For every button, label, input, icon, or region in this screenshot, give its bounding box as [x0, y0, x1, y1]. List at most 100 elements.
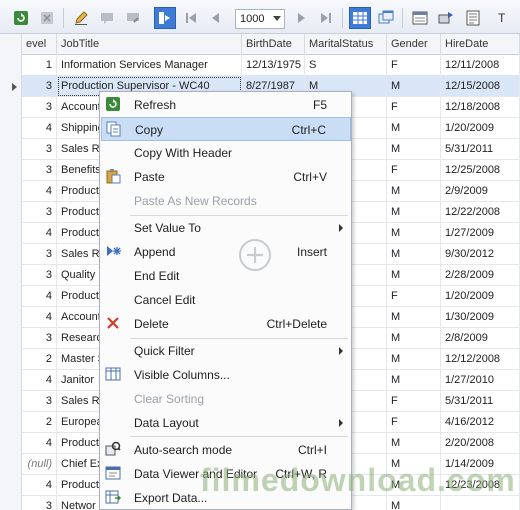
cell-level[interactable]: (null) — [22, 454, 57, 475]
menu-item-cancel-edit[interactable]: Cancel Edit — [101, 288, 351, 312]
cell-hiredate[interactable]: 9/30/2012 — [441, 244, 520, 265]
cell-birthdate[interactable]: 12/13/1975 — [242, 55, 305, 76]
cell-level[interactable]: 4 — [22, 370, 57, 391]
row-indicator[interactable] — [0, 76, 22, 97]
cell-gender[interactable]: M — [387, 76, 441, 97]
cell-gender[interactable]: M — [387, 265, 441, 286]
row-indicator[interactable] — [0, 55, 22, 76]
column-header-gender[interactable]: Gender — [387, 34, 441, 55]
menu-item-refresh[interactable]: Refresh F5 — [101, 93, 351, 117]
row-indicator[interactable] — [0, 139, 22, 160]
record-view-button[interactable] — [435, 7, 457, 29]
cell-gender[interactable]: M — [387, 181, 441, 202]
cell-maritalstatus[interactable]: S — [305, 55, 387, 76]
cell-hiredate[interactable]: 1/27/2009 — [441, 223, 520, 244]
grid-view-button[interactable] — [349, 7, 371, 29]
menu-item-set-value-to[interactable]: Set Value To — [101, 216, 351, 240]
row-indicator[interactable] — [0, 496, 22, 510]
column-header-level[interactable]: evel — [22, 34, 57, 55]
cell-hiredate[interactable]: 4/16/2012 — [441, 412, 520, 433]
cell-hiredate[interactable]: 1/30/2009 — [441, 307, 520, 328]
column-header-hiredate[interactable]: HireDate — [441, 34, 520, 55]
row-indicator[interactable] — [0, 475, 22, 496]
cell-gender[interactable]: M — [387, 202, 441, 223]
cell-level[interactable]: 3 — [22, 160, 57, 181]
row-indicator[interactable] — [0, 202, 22, 223]
prev-page-button[interactable] — [205, 7, 227, 29]
cell-gender[interactable]: M — [387, 328, 441, 349]
cell-gender[interactable]: F — [387, 412, 441, 433]
cell-gender[interactable]: M — [387, 223, 441, 244]
cell-level[interactable]: 2 — [22, 349, 57, 370]
row-indicator[interactable] — [0, 286, 22, 307]
cell-level[interactable]: 4 — [22, 118, 57, 139]
menu-item-paste-as-new-records[interactable]: Paste As New Records — [101, 189, 351, 213]
row-indicator[interactable] — [0, 265, 22, 286]
cell-hiredate[interactable]: 2/20/2008 — [441, 433, 520, 454]
menu-item-delete[interactable]: Delete Ctrl+Delete — [101, 312, 351, 336]
row-indicator[interactable] — [0, 349, 22, 370]
table-row[interactable]: 1 Information Services Manager 12/13/1975 S… — [0, 55, 520, 76]
refresh-button[interactable] — [10, 7, 32, 29]
window-button[interactable] — [375, 7, 397, 29]
cell-gender[interactable]: M — [387, 307, 441, 328]
column-header-maritalstatus[interactable]: MaritalStatus — [305, 34, 387, 55]
menu-item-copy[interactable]: Copy Ctrl+C — [101, 117, 351, 141]
fetch-all-button[interactable] — [154, 7, 176, 29]
row-indicator[interactable] — [0, 391, 22, 412]
comment-button[interactable] — [96, 7, 118, 29]
cell-hiredate[interactable]: 2/28/2009 — [441, 265, 520, 286]
menu-item-clear-sorting[interactable]: Clear Sorting — [101, 387, 351, 411]
menu-item-quick-filter[interactable]: Quick Filter — [101, 339, 351, 363]
menu-item-copy-with-header[interactable]: Copy With Header — [101, 141, 351, 165]
cell-level[interactable]: 4 — [22, 433, 57, 454]
cell-gender[interactable]: F — [387, 97, 441, 118]
cell-gender[interactable]: F — [387, 160, 441, 181]
edit-button[interactable] — [70, 7, 92, 29]
menu-item-end-edit[interactable]: End Edit — [101, 264, 351, 288]
cell-hiredate[interactable]: 12/22/2008 — [441, 202, 520, 223]
cell-level[interactable]: 4 — [22, 286, 57, 307]
cell-level[interactable]: 3 — [22, 202, 57, 223]
next-page-button[interactable] — [290, 7, 312, 29]
cell-hiredate[interactable]: 12/25/2008 — [441, 160, 520, 181]
cell-gender[interactable]: M — [387, 244, 441, 265]
cell-hiredate[interactable]: 1/27/2010 — [441, 370, 520, 391]
row-indicator[interactable] — [0, 328, 22, 349]
row-indicator[interactable] — [0, 97, 22, 118]
cell-gender[interactable]: M — [387, 433, 441, 454]
cell-jobtitle[interactable]: Information Services Manager — [57, 55, 242, 76]
cell-gender[interactable]: M — [387, 349, 441, 370]
cancel-button[interactable] — [36, 7, 58, 29]
row-indicator[interactable] — [0, 244, 22, 265]
cell-gender[interactable]: M — [387, 139, 441, 160]
row-indicator[interactable] — [0, 181, 22, 202]
cell-hiredate[interactable]: 12/15/2008 — [441, 76, 520, 97]
cell-level[interactable]: 3 — [22, 139, 57, 160]
cell-hiredate[interactable]: 2/8/2009 — [441, 328, 520, 349]
row-indicator[interactable] — [0, 118, 22, 139]
row-indicator[interactable] — [0, 160, 22, 181]
cell-hiredate[interactable]: 5/31/2011 — [441, 139, 520, 160]
form-view-button[interactable] — [409, 7, 431, 29]
cell-hiredate[interactable]: 1/20/2009 — [441, 286, 520, 307]
cell-hiredate[interactable]: 5/31/2011 — [441, 391, 520, 412]
cell-level[interactable]: 3 — [22, 97, 57, 118]
cell-level[interactable]: 4 — [22, 475, 57, 496]
row-indicator[interactable] — [0, 412, 22, 433]
cell-gender[interactable]: F — [387, 391, 441, 412]
row-indicator[interactable] — [0, 307, 22, 328]
cell-level[interactable]: 3 — [22, 496, 57, 510]
menu-item-append[interactable]: Append Insert — [101, 240, 351, 264]
cell-hiredate[interactable]: 2/9/2009 — [441, 181, 520, 202]
cell-level[interactable]: 1 — [22, 55, 57, 76]
page-size-select[interactable]: 1000 — [235, 9, 285, 29]
comment-edit-button[interactable] — [122, 7, 144, 29]
last-page-button[interactable] — [315, 7, 337, 29]
cell-hiredate[interactable]: 1/20/2009 — [441, 118, 520, 139]
menu-item-visible-columns[interactable]: Visible Columns... — [101, 363, 351, 387]
cell-level[interactable]: 3 — [22, 76, 57, 97]
row-indicator[interactable] — [0, 433, 22, 454]
cell-level[interactable]: 3 — [22, 265, 57, 286]
cell-level[interactable]: 2 — [22, 412, 57, 433]
